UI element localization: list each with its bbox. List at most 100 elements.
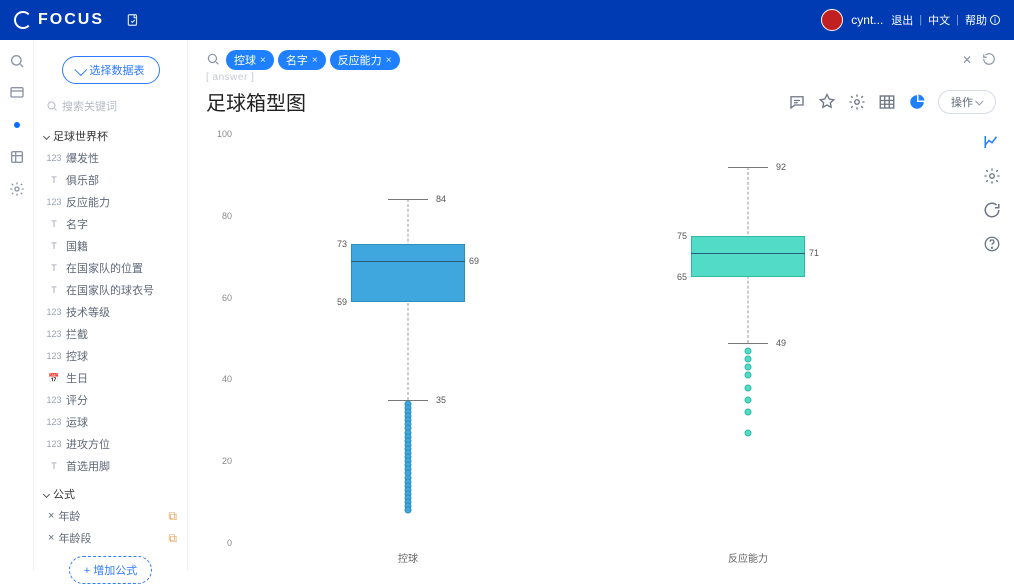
logout-link[interactable]: 退出 [891, 12, 913, 28]
copy-formula-icon[interactable]: ⧉ [168, 531, 177, 546]
help-tool-icon[interactable] [982, 234, 1002, 254]
field-type-icon: 123 [48, 417, 60, 427]
copy-formula-icon[interactable]: ⧉ [168, 509, 177, 524]
query-refresh-icon[interactable] [982, 52, 996, 69]
keyword-search[interactable]: 搜索关键词 [44, 94, 177, 118]
field-type-icon: 123 [48, 439, 60, 449]
field-item[interactable]: 123爆发性 [48, 148, 177, 168]
outlier-point [745, 372, 752, 379]
field-item[interactable]: 123控球 [48, 346, 177, 366]
select-data-button[interactable]: 选择数据表 [62, 56, 160, 84]
lang-link[interactable]: 中文 [928, 12, 950, 28]
divider: | [919, 14, 922, 26]
username[interactable]: cynt... [851, 13, 883, 27]
rail-dashboard-icon[interactable] [8, 84, 26, 102]
formula-item[interactable]: ×年龄段⧉ [48, 528, 177, 548]
title-row: 足球箱型图 操作 [188, 83, 1014, 124]
formula-label: 年龄 [58, 508, 80, 524]
pill-remove-icon[interactable]: × [260, 55, 266, 66]
outlier-point [745, 347, 752, 354]
settings-icon[interactable] [848, 93, 866, 111]
field-item[interactable]: 123 运球 [48, 412, 177, 432]
query-pill[interactable]: 名字× [278, 50, 326, 70]
brand-text: FOCUS [38, 11, 104, 29]
outlier-point [745, 384, 752, 391]
answer-tag: [ answer ] [188, 70, 1014, 83]
add-formula-button[interactable]: + 增加公式 [69, 556, 152, 584]
operations-button[interactable]: 操作 [938, 90, 996, 114]
field-item[interactable]: T 国籍 [48, 236, 177, 256]
table-view-icon[interactable] [878, 93, 896, 111]
config-tool-icon[interactable] [982, 166, 1002, 186]
pill-remove-icon[interactable]: × [312, 55, 318, 66]
pin-icon[interactable] [818, 93, 836, 111]
field-item[interactable]: 123评分 [48, 390, 177, 410]
rail-search-icon[interactable] [8, 52, 26, 70]
avatar[interactable] [821, 9, 843, 31]
new-doc-icon[interactable] [126, 13, 140, 27]
query-pill[interactable]: 反应能力× [330, 50, 400, 70]
comment-icon[interactable] [788, 93, 806, 111]
field-item[interactable]: 123进攻方位 [48, 434, 177, 454]
field-item[interactable]: 123 拦截 [48, 324, 177, 344]
help-link[interactable]: 帮助 i [965, 12, 1000, 28]
close-fx-icon[interactable]: × [48, 532, 54, 544]
plot-area: 84357359699249756571 [238, 134, 918, 543]
field-type-icon: 123 [48, 395, 60, 405]
chart-tools [970, 124, 1014, 571]
field-item[interactable]: T在国家队的球衣号 [48, 280, 177, 300]
field-label: 国籍 [66, 238, 88, 254]
query-pill[interactable]: 控球× [226, 50, 274, 70]
rail-active-icon[interactable] [8, 116, 26, 134]
field-type-icon: 123 [48, 329, 60, 339]
rail-data-icon[interactable] [8, 148, 26, 166]
outlier-point [745, 396, 752, 403]
field-item[interactable]: T首选用脚 [48, 456, 177, 476]
field-item[interactable]: 📅生日 [48, 368, 177, 388]
keyword-placeholder: 搜索关键词 [62, 98, 117, 114]
field-type-icon: T [48, 263, 60, 273]
field-label: 名字 [66, 216, 88, 232]
top-header: FOCUS cynt... 退出 | 中文 | 帮助 i [0, 0, 1014, 40]
y-tick-label: 100 [217, 129, 232, 139]
group-worldcup[interactable]: 足球世界杯 [44, 128, 177, 144]
field-type-icon: 123 [48, 351, 60, 361]
field-label: 运球 [66, 414, 88, 430]
value-label: 73 [337, 239, 347, 249]
help-info-icon: i [990, 15, 1000, 25]
field-item[interactable]: T俱乐部 [48, 170, 177, 190]
query-search-icon[interactable] [206, 52, 220, 69]
divider: | [956, 14, 959, 26]
refresh-tool-icon[interactable] [982, 200, 1002, 220]
x-axis: 控球反应能力 [238, 550, 918, 565]
field-label: 拦截 [66, 326, 88, 342]
field-item[interactable]: 123技术等级 [48, 302, 177, 322]
brand[interactable]: FOCUS [14, 11, 104, 29]
field-type-icon: T [48, 461, 60, 471]
value-label: 49 [776, 338, 786, 348]
group-formula[interactable]: 公式 [44, 486, 177, 502]
field-label: 爆发性 [66, 150, 99, 166]
y-axis: 020406080100 [212, 134, 232, 543]
close-fx-icon[interactable]: × [48, 510, 54, 522]
field-item[interactable]: 123反应能力 [48, 192, 177, 212]
chart-title: 足球箱型图 [206, 87, 306, 116]
formula-item[interactable]: × 年龄 ⧉ [48, 506, 177, 526]
value-label: 65 [677, 272, 687, 282]
field-item[interactable]: T名字 [48, 214, 177, 234]
line-chart-tool-icon[interactable] [982, 132, 1002, 152]
field-label: 在国家队的位置 [66, 260, 143, 276]
chart-view-icon[interactable] [908, 93, 926, 111]
boxplot-series: 9249756571 [578, 134, 918, 543]
outlier-point [745, 409, 752, 416]
formula-list: ×年龄⧉×年龄段⧉ [48, 506, 177, 548]
field-item[interactable]: T 在国家队的位置 [48, 258, 177, 278]
brand-logo-icon [14, 11, 32, 29]
rail-settings-icon[interactable] [8, 180, 26, 198]
pill-remove-icon[interactable]: × [386, 55, 392, 66]
query-clear-icon[interactable]: ✕ [962, 53, 972, 67]
x-tick-label: 反应能力 [578, 550, 918, 565]
y-tick-label: 20 [222, 456, 232, 466]
outlier-point [745, 429, 752, 436]
field-type-icon: T [48, 241, 60, 251]
